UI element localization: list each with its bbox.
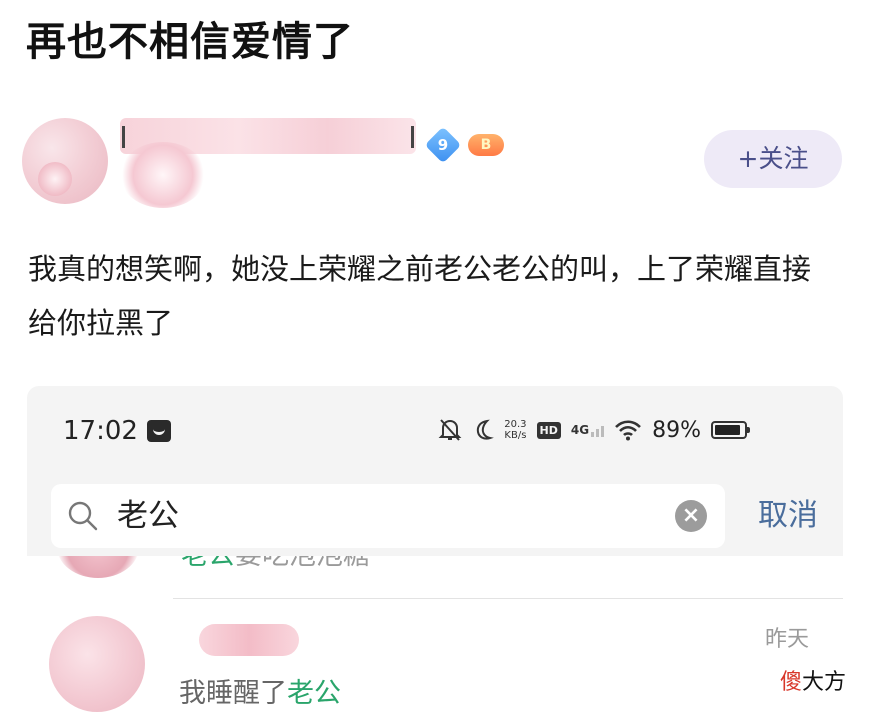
search-row: 老公 × 取消 [51, 484, 825, 550]
bell-off-icon [438, 419, 462, 441]
status-time: 17:02 [63, 416, 138, 446]
search-icon [68, 501, 98, 531]
battery-fill [715, 425, 740, 435]
chat-preview: 我睡醒了老公 [179, 674, 341, 714]
game-badge: B [468, 132, 504, 158]
level-number: 9 [437, 136, 449, 154]
cancel-button[interactable]: 取消 [751, 484, 825, 548]
wifi-icon [615, 420, 642, 441]
status-indicators: 20.3 KB/s HD 4G 89% [438, 412, 750, 448]
previous-result-avatar [57, 556, 139, 578]
avatar-flower-decoration [38, 162, 72, 196]
game-badge-letter: B [480, 137, 492, 153]
previous-result-row[interactable]: 老公要吃泡泡糖 [27, 556, 843, 594]
watermark-red-char: 傻 [780, 670, 803, 695]
embedded-screenshot: 17:02 20.3 KB/s HD 4G 89% 老公 × 取消 昨天 我睡醒… [27, 386, 843, 726]
signal-label: 4G [570, 423, 590, 437]
message-notification-icon [147, 420, 171, 442]
battery-icon [711, 421, 750, 439]
network-speed: 20.3 KB/s [504, 419, 526, 441]
chat-name-redacted [199, 624, 299, 656]
bracket-left-mark [122, 126, 125, 148]
post-title: 再也不相信爱情了 [26, 19, 354, 65]
status-bar: 17:02 20.3 KB/s HD 4G 89% [27, 386, 843, 476]
battery-percent: 89% [652, 417, 701, 443]
bracket-right-mark [411, 126, 414, 148]
signal-4g-icon: 4G [570, 423, 605, 437]
network-speed-unit: KB/s [504, 430, 527, 441]
author-avatar[interactable] [22, 118, 108, 204]
author-sub-redacted [120, 142, 206, 208]
clear-icon[interactable]: × [675, 500, 707, 532]
author-row: 9 B +关注 [22, 112, 848, 210]
previous-result-rest: 要吃泡泡糖 [235, 556, 370, 571]
chat-preview-prefix: 我睡醒了 [179, 678, 287, 709]
search-input[interactable]: 老公 × [51, 484, 725, 548]
network-speed-value: 20.3 [504, 419, 527, 430]
post-body-text: 我真的想笑啊，她没上荣耀之前老公老公的叫，上了荣耀直接给你拉黑了 [28, 252, 812, 340]
chat-time: 昨天 [764, 627, 809, 652]
chat-result-item[interactable]: 昨天 我睡醒了老公 [27, 600, 843, 726]
level-badge: 9 [424, 126, 462, 164]
hd-icon: HD [536, 421, 561, 439]
previous-result-preview: 老公要吃泡泡糖 [181, 556, 370, 576]
follow-button[interactable]: +关注 [704, 130, 842, 188]
watermark: 傻大方 [780, 668, 846, 698]
search-results: 老公要吃泡泡糖 昨天 我睡醒了老公 [27, 556, 843, 726]
chat-preview-highlight: 老公 [287, 678, 341, 709]
search-query: 老公 [117, 498, 179, 534]
chat-avatar [49, 616, 145, 712]
previous-result-highlight: 老公 [181, 556, 235, 571]
moon-icon [477, 419, 495, 440]
watermark-rest: 大方 [802, 670, 847, 695]
row-divider [173, 598, 843, 599]
